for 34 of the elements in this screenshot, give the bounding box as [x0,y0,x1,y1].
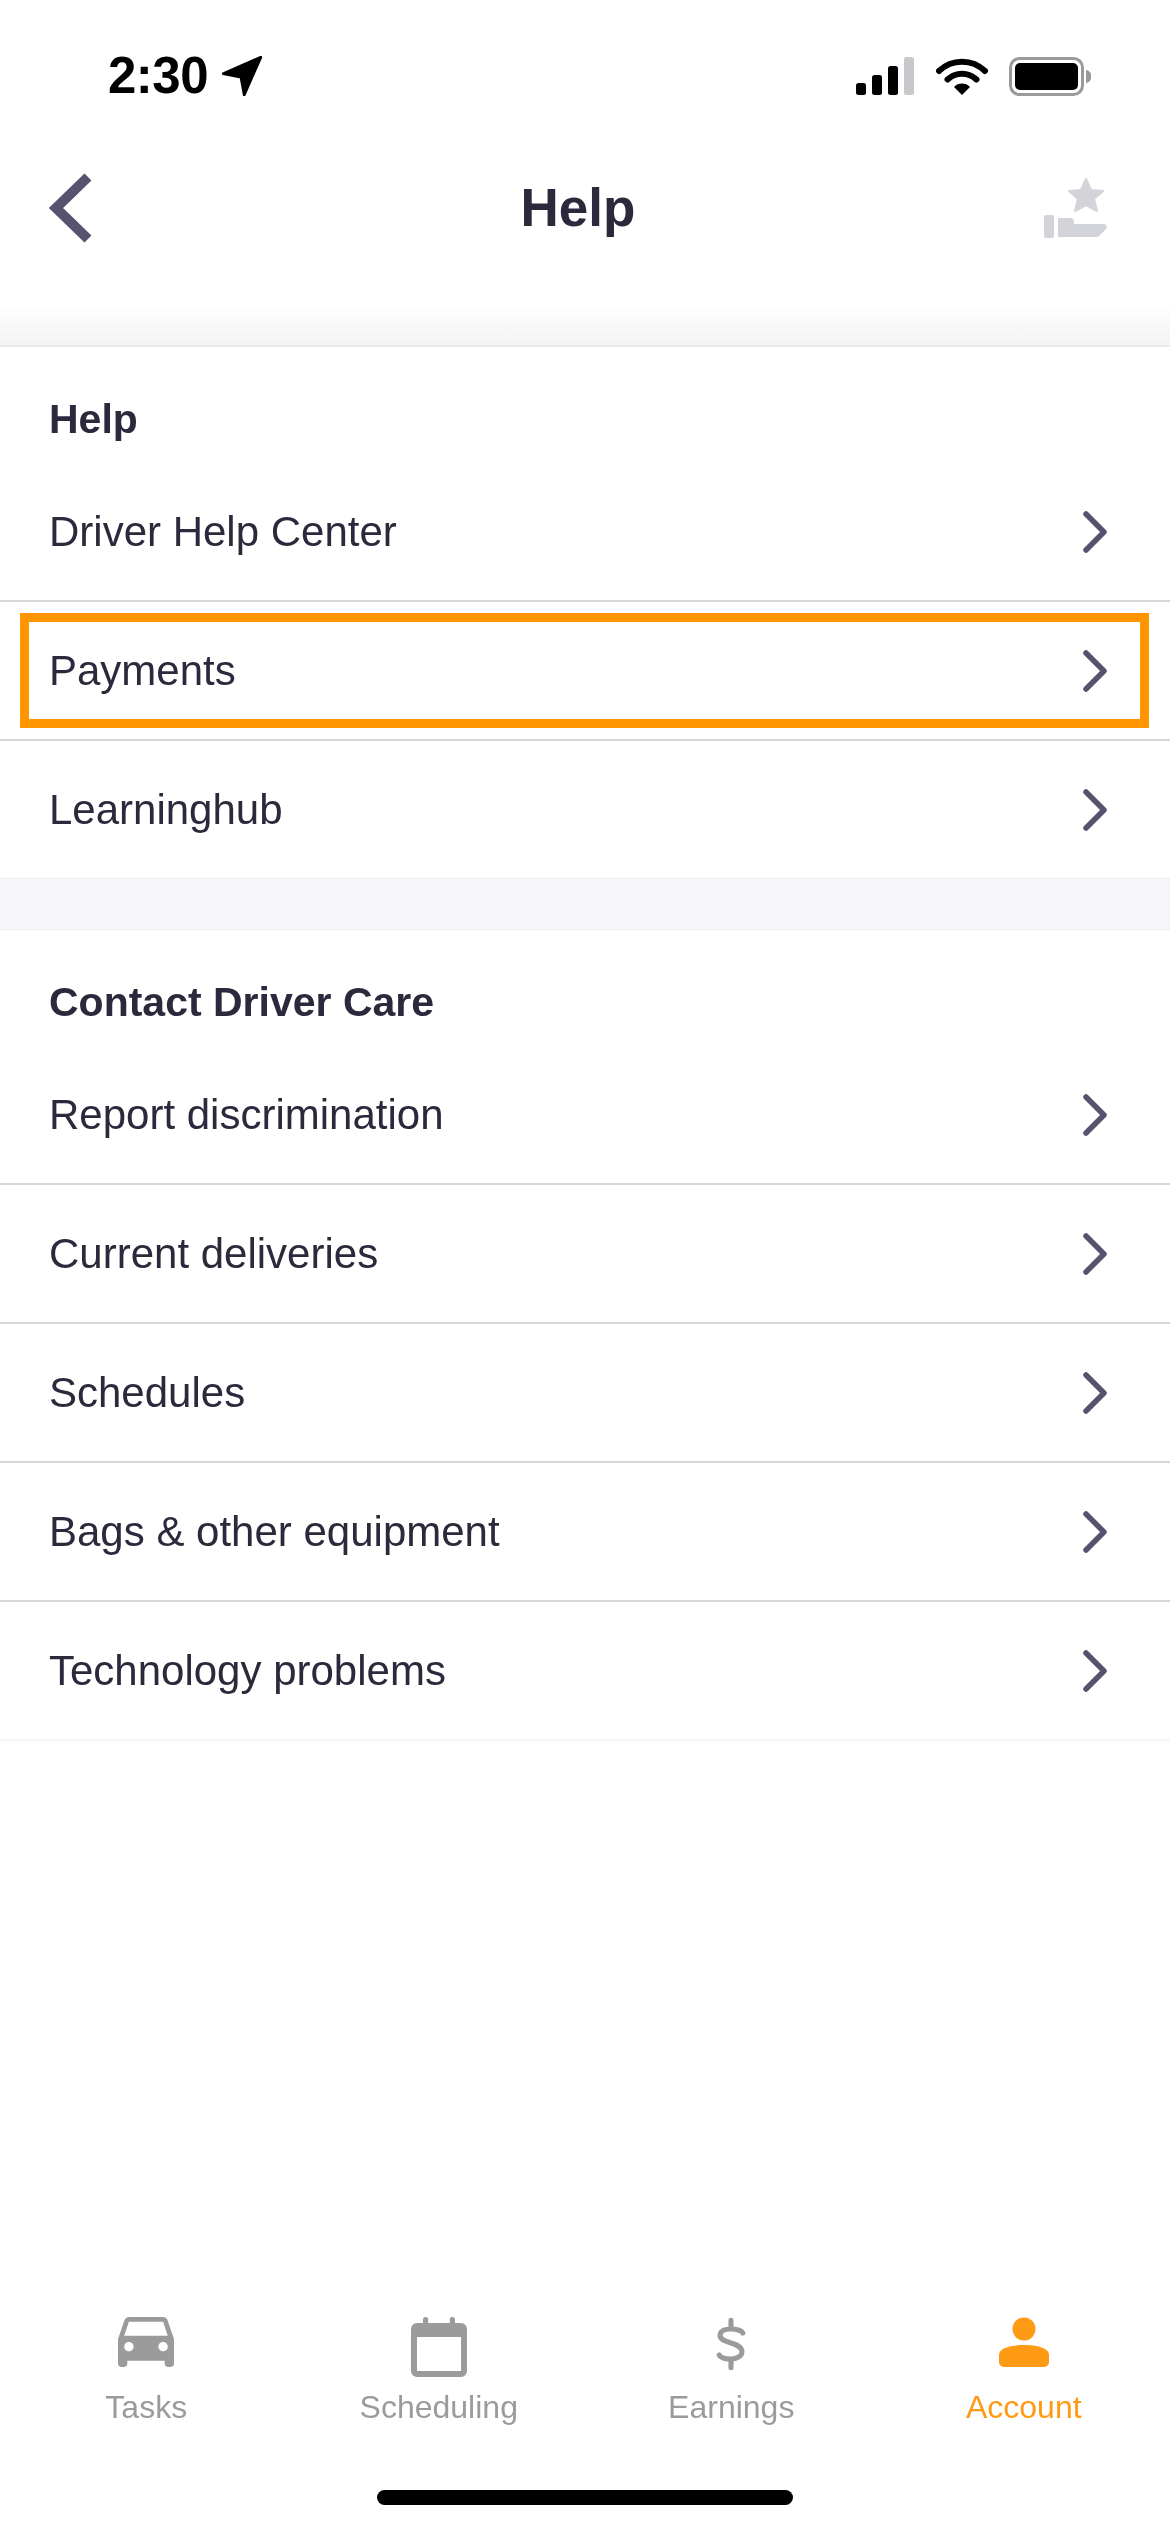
status-time: 2:30 [108,46,209,106]
tab-label: Earnings [668,2388,795,2427]
help-list-item[interactable]: Current deliveries [0,1185,1170,1322]
chevron-right-icon [1082,1509,1108,1554]
help-list-item[interactable]: Driver Help Center [0,463,1170,600]
chevron-right-icon [1082,1231,1108,1276]
person-icon [998,2317,1049,2367]
tab-label: Tasks [105,2388,188,2427]
back-button[interactable] [48,173,94,243]
chevron-right-icon [1082,509,1108,554]
help-list-item[interactable]: Technology problems [0,1602,1170,1739]
tab-label: Account [965,2388,1082,2427]
battery-icon [1009,56,1091,96]
section-heading: Contact Driver Care [48,978,436,1027]
hand-star-icon [1044,178,1108,238]
help-list-item[interactable]: Bags & other equipment [0,1463,1170,1600]
car-icon [118,2317,175,2367]
chevron-right-icon [1082,1648,1108,1693]
help-list-item[interactable]: Report discrimination [0,1046,1170,1183]
location-arrow-icon [222,56,263,96]
signal-icon [856,57,915,95]
chevron-right-icon [1082,787,1108,832]
tab-label: Scheduling [359,2388,518,2427]
chevron-right-icon [1082,648,1108,693]
chevron-right-icon [1082,1370,1108,1415]
help-list-item[interactable]: Payments [0,602,1170,739]
section-heading: Help [48,395,139,444]
chevron-left-icon [48,173,94,243]
help-list-item[interactable]: Schedules [0,1324,1170,1461]
calendar-icon [410,2317,467,2377]
page-title: Help [520,177,636,239]
chevron-right-icon [1082,1092,1108,1137]
wifi-icon [936,57,988,95]
help-list-item[interactable]: Learninghub [0,741,1170,878]
